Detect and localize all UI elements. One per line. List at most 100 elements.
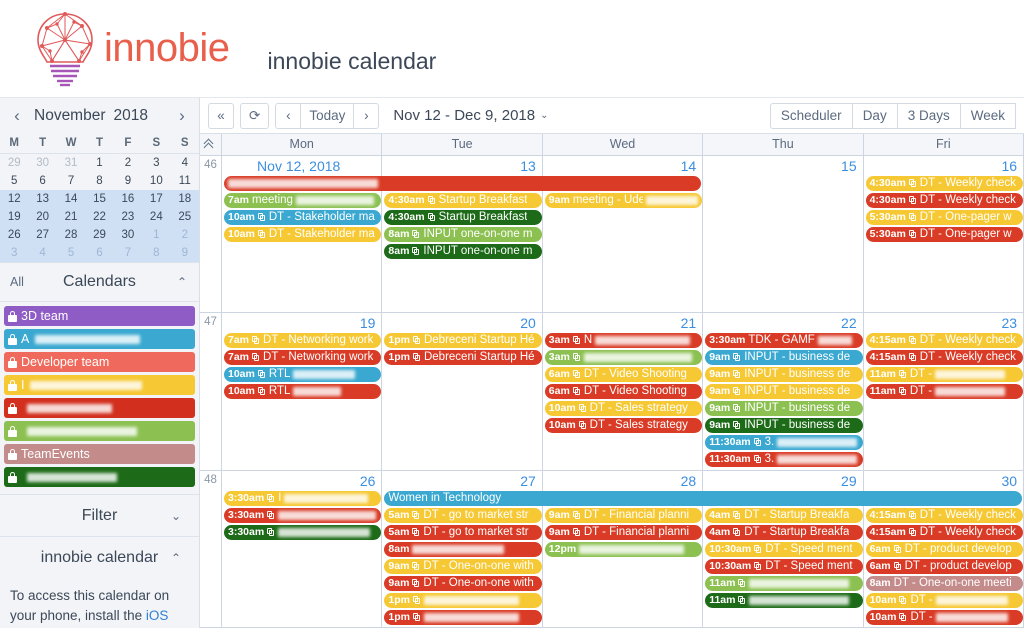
calendar-event[interactable]: 4am DT - Startup Breakfa: [705, 507, 863, 523]
mini-day-cell[interactable]: 1: [85, 154, 113, 173]
calendar-event[interactable]: 4:15am DT - Weekly check: [865, 350, 1023, 366]
calendar-event[interactable]: 3:30am: [224, 524, 382, 540]
calendar-event[interactable]: 9am DT - Financial planni: [544, 507, 703, 523]
calendar-event[interactable]: 9am DT - One-on-one with: [384, 558, 542, 574]
calendar-event[interactable]: 1pm Debreceni Startup Hé: [384, 350, 542, 366]
calendars-all-toggle[interactable]: All: [10, 275, 24, 289]
mini-day-cell[interactable]: 8: [142, 244, 171, 262]
mini-day-cell[interactable]: 1: [142, 226, 171, 244]
calendar-event[interactable]: 10am DT - Stakeholder ma: [224, 227, 382, 242]
calendar-event[interactable]: 11am DT -: [865, 367, 1023, 383]
day-number[interactable]: 29: [703, 471, 862, 491]
mini-day-cell[interactable]: 10: [142, 172, 170, 190]
ios-app-link[interactable]: iOS: [146, 608, 169, 623]
calendar-event[interactable]: 5am DT - go to market str: [384, 507, 542, 523]
mini-prev-month-button[interactable]: ‹: [6, 103, 28, 129]
calendar-event[interactable]: 4:30am Startup Breakfast: [384, 210, 542, 225]
day-number[interactable]: 19: [222, 313, 381, 333]
calendar-event[interactable]: 5am DT - go to market str: [384, 524, 542, 540]
calendar-event[interactable]: 4:15am DT - Weekly check: [865, 507, 1023, 523]
mini-day-cell[interactable]: 7: [57, 172, 85, 190]
mini-day-cell[interactable]: 29: [0, 154, 28, 173]
mini-month-label[interactable]: November: [30, 107, 110, 125]
calendar-event[interactable]: 4am DT - Startup Breakfa: [705, 524, 863, 540]
day-number[interactable]: 22: [703, 313, 862, 333]
calendar-list-item-6[interactable]: TeamEvents: [4, 444, 195, 464]
calendar-event[interactable]: 12pm: [544, 541, 703, 557]
calendar-list-item-1[interactable]: A: [4, 329, 195, 349]
chevron-up-icon[interactable]: ⌃: [175, 275, 189, 289]
calendar-list-item-7[interactable]: [4, 467, 195, 487]
view-button-week[interactable]: Week: [959, 102, 1016, 129]
mini-day-cell[interactable]: 5: [56, 244, 86, 262]
mini-day-cell[interactable]: 4: [171, 154, 199, 173]
mini-day-cell[interactable]: 26: [0, 226, 29, 244]
calendar-event[interactable]: 4:15am DT - Weekly check: [865, 524, 1023, 540]
calendar-event[interactable]: 1pm Debreceni Startup Hé: [384, 333, 542, 349]
calendar-event[interactable]: 4:30am DT - Weekly check: [865, 193, 1023, 208]
calendar-event[interactable]: 7am DT - Networking work: [224, 350, 382, 366]
mini-day-cell[interactable]: 7: [113, 244, 143, 262]
calendar-list-item-2[interactable]: Developer team: [4, 352, 195, 372]
calendar-event[interactable]: 7am meeting: [224, 193, 382, 208]
day-header-wed[interactable]: Wed: [543, 134, 704, 155]
mini-day-cell[interactable]: 8: [85, 172, 113, 190]
mini-day-cell[interactable]: 20: [28, 208, 57, 226]
mini-day-cell[interactable]: 18: [170, 190, 199, 208]
calendar-event[interactable]: 10am DT - Sales strategy: [544, 418, 703, 434]
calendar-event[interactable]: 10am DT - Stakeholder ma: [224, 210, 382, 225]
calendar-event[interactable]: 11:30am 3.: [705, 452, 863, 468]
mini-day-cell[interactable]: 29: [85, 226, 114, 244]
day-header-thu[interactable]: Thu: [703, 134, 864, 155]
mini-year-label[interactable]: 2018: [112, 107, 150, 125]
double-chevron-up-icon[interactable]: [203, 138, 217, 152]
day-number[interactable]: 20: [382, 313, 541, 333]
mini-day-cell[interactable]: 30: [113, 226, 143, 244]
mini-day-cell[interactable]: 17: [142, 190, 171, 208]
calendar-event[interactable]: 3:30am I: [224, 490, 382, 506]
mini-day-cell[interactable]: 4: [28, 244, 57, 262]
calendar-event[interactable]: 6am DT - product develop: [865, 558, 1023, 574]
day-number[interactable]: 16: [864, 156, 1023, 176]
mini-day-cell[interactable]: 21: [56, 208, 86, 226]
calendar-event[interactable]: 6am DT - Video Shooting: [544, 367, 703, 383]
calendar-event[interactable]: 11am DT -: [865, 384, 1023, 400]
mini-day-cell[interactable]: 3: [0, 244, 29, 262]
calendar-event[interactable]: 5:30am DT - One-pager w: [865, 210, 1023, 225]
calendar-event[interactable]: 9am INPUT - business de: [705, 418, 863, 434]
calendar-list-item-3[interactable]: I: [4, 375, 195, 395]
day-number[interactable]: 13: [382, 156, 541, 176]
calendar-event[interactable]: 9am INPUT - business de: [705, 384, 863, 400]
view-button-day[interactable]: Day: [851, 102, 898, 129]
mini-day-cell[interactable]: 15: [85, 190, 114, 208]
mini-day-cell[interactable]: 2: [170, 226, 199, 244]
refresh-button[interactable]: ⟳: [240, 102, 270, 129]
calendar-event[interactable]: 10am DT -: [865, 592, 1023, 608]
day-number[interactable]: 27: [382, 471, 541, 491]
calendar-event[interactable]: 3:30am: [224, 507, 382, 523]
calendar-event[interactable]: 4:15am DT - Weekly check: [865, 333, 1023, 349]
calendar-event[interactable]: 9am DT - One-on-one with: [384, 575, 542, 591]
day-number[interactable]: Nov 12, 2018: [222, 156, 381, 176]
day-number[interactable]: 26: [222, 471, 381, 491]
mini-day-cell[interactable]: 12: [0, 190, 29, 208]
calendar-event[interactable]: 1pm: [384, 609, 542, 625]
mini-day-cell[interactable]: 9: [170, 244, 199, 262]
mini-day-cell[interactable]: 19: [0, 208, 29, 226]
calendar-event[interactable]: 9ammeeting - Udem: [544, 193, 703, 208]
calendar-event[interactable]: 9am DT - Financial planni: [544, 524, 703, 540]
calendar-event[interactable]: 8am INPUT one-on-one m: [384, 227, 542, 242]
mini-day-cell[interactable]: 2: [114, 154, 142, 173]
day-header-tue[interactable]: Tue: [382, 134, 543, 155]
mini-day-cell[interactable]: 27: [28, 226, 57, 244]
day-header-fri[interactable]: Fri: [864, 134, 1024, 155]
calendar-event[interactable]: 10am DT -: [865, 609, 1023, 625]
calendar-event[interactable]: 4:30am DT - Weekly check: [865, 176, 1023, 191]
day-number[interactable]: 23: [864, 313, 1023, 333]
mini-day-cell[interactable]: 9: [114, 172, 142, 190]
today-button[interactable]: Today: [300, 102, 355, 129]
calendar-event[interactable]: 10am RTL: [224, 367, 382, 383]
mini-day-cell[interactable]: 23: [113, 208, 143, 226]
calendar-event[interactable]: 9am INPUT - business de: [705, 367, 863, 383]
mini-day-cell[interactable]: 22: [85, 208, 114, 226]
